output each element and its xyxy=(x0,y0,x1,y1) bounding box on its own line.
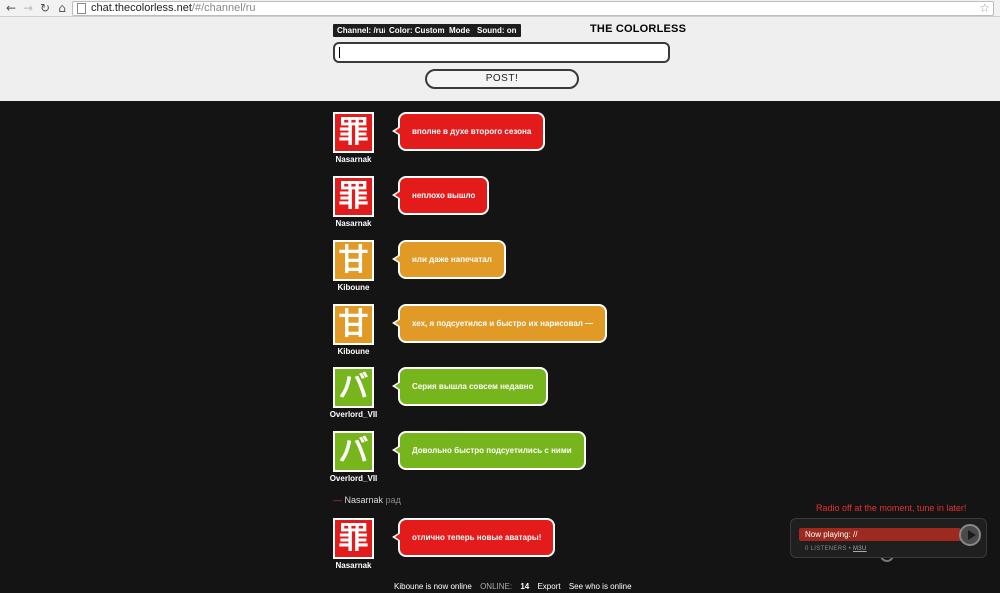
message-bubble: хех, я подсуетился и быстро их нарисовал… xyxy=(391,304,608,343)
separator: • xyxy=(848,546,852,552)
url-text[interactable]: chat.thecolorless.net/#/channel/ru xyxy=(91,2,256,15)
reload-icon[interactable]: ↻ xyxy=(38,1,52,15)
avatar[interactable]: バ xyxy=(333,431,374,472)
mode-button[interactable]: Mode xyxy=(445,24,474,37)
who-online-link[interactable]: See who is online xyxy=(569,582,632,591)
address-bar[interactable]: chat.thecolorless.net/#/channel/ru ☆ xyxy=(72,1,994,16)
play-icon[interactable] xyxy=(959,524,981,546)
message-bubble: неплохо вышло xyxy=(391,176,490,215)
message-username[interactable]: Kiboune xyxy=(324,283,383,292)
online-status: Kiboune is now online xyxy=(394,582,472,591)
emote-username[interactable]: Nasarnak xyxy=(345,495,384,505)
message-bubble: или даже напечатал xyxy=(392,240,506,279)
radio-listeners: 0 LISTENERS • M3U xyxy=(805,546,867,552)
site-logo[interactable]: THE COLORLESS xyxy=(590,23,686,35)
avatar[interactable]: 罪 xyxy=(333,176,374,217)
emote-dash: — xyxy=(333,495,342,505)
emote-action: рад xyxy=(385,495,401,505)
message-input[interactable] xyxy=(333,42,670,63)
home-icon[interactable]: ⌂ xyxy=(55,1,69,15)
message-bubble: Довольно быстро подсуетились с ними xyxy=(392,431,586,470)
emote-line: — Nasarnak рад xyxy=(333,495,401,505)
sound-button[interactable]: Sound: on xyxy=(473,24,521,37)
page-icon xyxy=(77,3,86,14)
message-username[interactable]: Overlord_VII xyxy=(324,410,383,419)
url-path: /#/channel/ru xyxy=(191,2,256,14)
url-host: chat.thecolorless.net xyxy=(91,2,192,14)
chat-header: Channel: /ru/ Color: Custom Mode Sound: … xyxy=(0,17,1000,101)
message-username[interactable]: Nasarnak xyxy=(324,219,383,228)
online-count: 14 xyxy=(520,582,530,591)
forward-arrow-icon[interactable]: → xyxy=(21,1,35,15)
text-caret xyxy=(339,47,340,58)
back-arrow-icon[interactable]: ← xyxy=(4,1,18,15)
message-username[interactable]: Nasarnak xyxy=(324,561,383,570)
radio-status: Radio off at the moment, tune in later! xyxy=(816,503,967,513)
color-button[interactable]: Color: Custom xyxy=(385,24,449,37)
channel-button[interactable]: Channel: /ru/ xyxy=(333,24,390,37)
message-username[interactable]: Overlord_VII xyxy=(324,474,383,483)
message-username[interactable]: Nasarnak xyxy=(324,155,383,164)
message-bubble: Серия вышла совсем недавно xyxy=(392,367,548,406)
m3u-link[interactable]: M3U xyxy=(853,546,867,552)
avatar[interactable]: 甘 xyxy=(333,240,374,281)
avatar[interactable]: 罪 xyxy=(333,112,374,153)
avatar[interactable]: バ xyxy=(333,367,374,408)
browser-toolbar: ← → ↻ ⌂ chat.thecolorless.net/#/channel/… xyxy=(0,0,1000,17)
export-link[interactable]: Export xyxy=(537,582,560,591)
status-footer: Kiboune is now online ONLINE: 14 Export … xyxy=(394,582,638,591)
online-label: ONLINE: xyxy=(480,582,513,591)
avatar[interactable]: 罪 xyxy=(333,518,374,559)
message-bubble: вполне в духе второго сезона xyxy=(391,112,546,151)
radio-player: Now playing: // 0 LISTENERS • M3U xyxy=(790,518,987,558)
listener-count: 0 LISTENERS xyxy=(805,546,847,552)
star-icon[interactable]: ☆ xyxy=(979,1,990,15)
message-username[interactable]: Kiboune xyxy=(324,347,383,356)
post-button[interactable]: POST! xyxy=(425,69,579,89)
now-playing: Now playing: // xyxy=(799,528,961,541)
avatar[interactable]: 甘 xyxy=(333,304,374,345)
message-bubble: отлично теперь новые аватары! xyxy=(391,518,556,557)
